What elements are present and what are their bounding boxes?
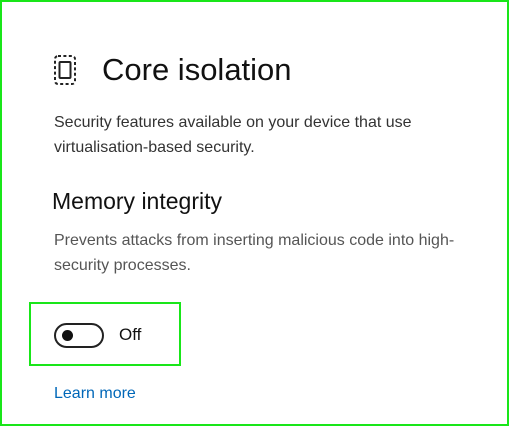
toggle-state-label: Off [119,325,142,344]
core-isolation-chip-icon [52,53,78,87]
page-header: Core isolation [52,48,292,92]
memory-integrity-toggle[interactable]: Off [54,322,141,348]
memory-integrity-title: Memory integrity [52,188,222,214]
learn-more-link[interactable]: Learn more [54,383,136,405]
page-title: Core isolation [102,52,292,87]
page-description: Security features available on your devi… [54,114,412,156]
toggle-knob [62,329,73,341]
toggle-switch[interactable] [54,322,104,348]
memory-integrity-description: Prevents attacks from inserting maliciou… [54,232,455,274]
